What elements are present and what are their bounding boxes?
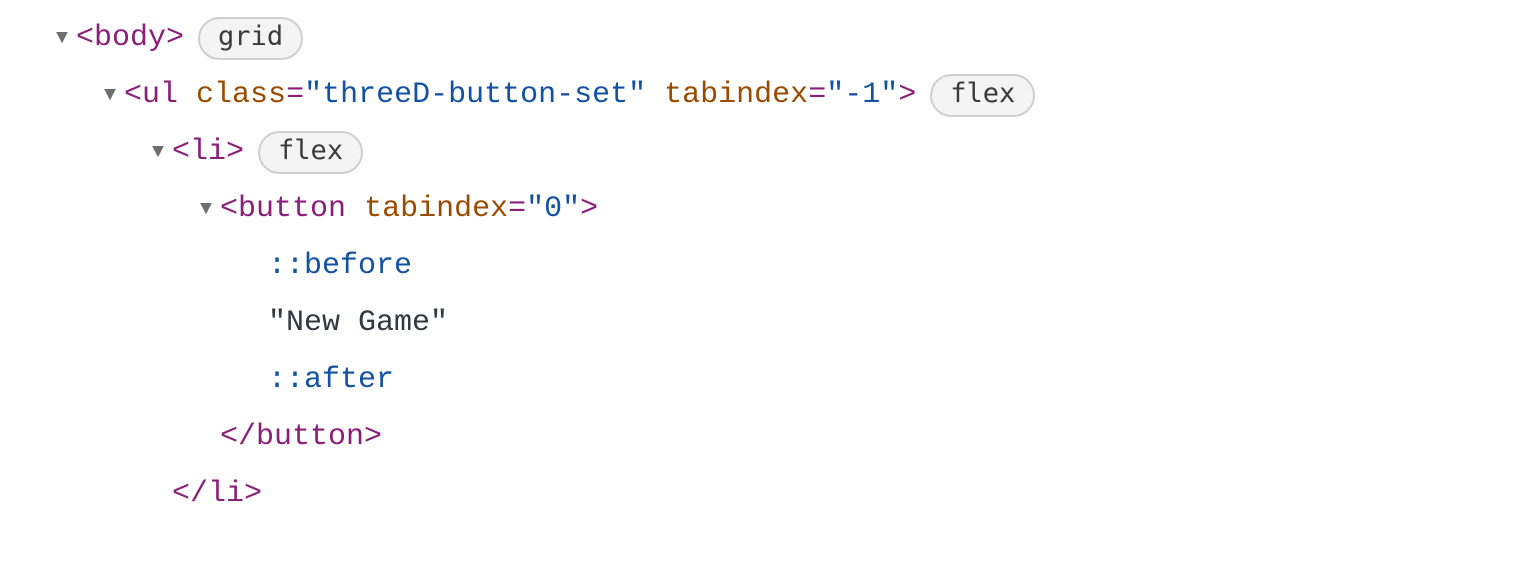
tag-open-bracket: < xyxy=(172,124,190,181)
dom-node-li-close[interactable]: </li> xyxy=(50,466,1526,523)
display-badge[interactable]: flex xyxy=(258,131,363,173)
tag-name: ul xyxy=(142,67,178,124)
tag-open-bracket: < xyxy=(76,10,94,67)
pseudo-after[interactable]: ::after xyxy=(50,352,1526,409)
equals-sign: = xyxy=(508,181,526,238)
display-badge[interactable]: grid xyxy=(198,17,303,59)
tag-close-bracket: > xyxy=(580,181,598,238)
dom-node-ul[interactable]: ▼ <ul class="threeD-button-set" tabindex… xyxy=(50,67,1526,124)
tag-close-bracket: > xyxy=(166,10,184,67)
tag-close-bracket: > xyxy=(226,124,244,181)
tag-name: body xyxy=(94,10,166,67)
tag-open-bracket: < xyxy=(124,67,142,124)
tag-name: button xyxy=(256,409,364,466)
tag-name: li xyxy=(190,124,226,181)
equals-sign: = xyxy=(808,67,826,124)
attr-value-tabindex: "0" xyxy=(526,181,580,238)
attr-value-class: "threeD-button-set" xyxy=(304,67,646,124)
tag-close-bracket: > xyxy=(898,67,916,124)
expand-toggle-icon[interactable]: ▼ xyxy=(194,191,218,229)
tag-open-bracket: </ xyxy=(172,466,208,523)
attr-name-class: class xyxy=(196,67,286,124)
display-badge[interactable]: flex xyxy=(930,74,1035,116)
tag-close-bracket: > xyxy=(244,466,262,523)
pseudo-before[interactable]: ::before xyxy=(50,238,1526,295)
dom-node-body[interactable]: ▼ <body> grid xyxy=(50,10,1526,67)
expand-toggle-icon[interactable]: ▼ xyxy=(50,20,74,58)
expand-toggle-icon[interactable]: ▼ xyxy=(98,77,122,115)
tag-name: button xyxy=(238,181,346,238)
attr-value-tabindex: "-1" xyxy=(826,67,898,124)
text-node-content: "New Game" xyxy=(268,295,448,352)
text-node[interactable]: "New Game" xyxy=(50,295,1526,352)
dom-node-button-close[interactable]: </button> xyxy=(50,409,1526,466)
attr-name-tabindex: tabindex xyxy=(664,67,808,124)
tag-open-bracket: </ xyxy=(220,409,256,466)
tag-close-bracket: > xyxy=(364,409,382,466)
tag-open-bracket: < xyxy=(220,181,238,238)
dom-node-button[interactable]: ▼ <button tabindex="0"> xyxy=(50,181,1526,238)
attr-name-tabindex: tabindex xyxy=(364,181,508,238)
tag-name: li xyxy=(208,466,244,523)
dom-node-li[interactable]: ▼ <li> flex xyxy=(50,124,1526,181)
equals-sign: = xyxy=(286,67,304,124)
expand-toggle-icon[interactable]: ▼ xyxy=(146,134,170,172)
pseudo-element-label: ::before xyxy=(268,238,412,295)
pseudo-element-label: ::after xyxy=(268,352,394,409)
